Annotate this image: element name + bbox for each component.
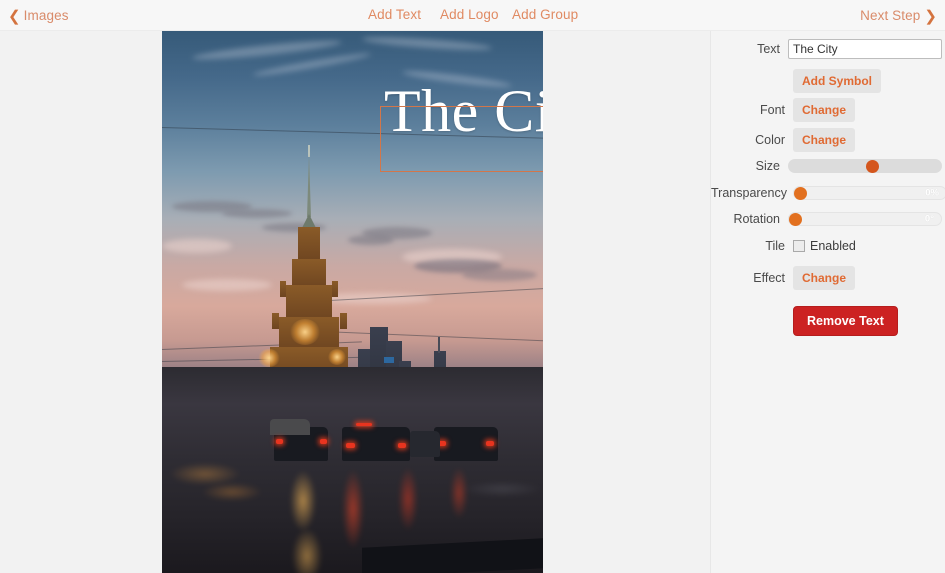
size-row: Size — [711, 159, 945, 173]
image-editor-app: ❮ Images Add Text Add Logo Add Group Next… — [0, 0, 945, 573]
size-slider[interactable] — [788, 159, 942, 173]
taillight — [346, 443, 355, 448]
light-reflection — [342, 469, 364, 549]
add-symbol-row: Add Symbol — [711, 69, 945, 93]
light-reflection — [170, 463, 240, 485]
remove-text-button[interactable]: Remove Text — [793, 306, 898, 336]
effect-row: Effect Change — [711, 266, 945, 290]
tile-label: Tile — [765, 239, 785, 253]
add-symbol-button[interactable]: Add Symbol — [793, 69, 882, 93]
cloud — [348, 235, 394, 245]
text-selection-box[interactable] — [380, 106, 543, 172]
add-logo-button[interactable]: Add Logo — [440, 7, 499, 22]
transparency-value: 0% — [925, 187, 939, 199]
tile-row: Tile Enabled — [711, 239, 945, 253]
font-row: Font Change — [711, 98, 945, 122]
taillight — [398, 443, 406, 448]
transparency-label: Transparency — [711, 186, 787, 200]
size-label: Size — [755, 159, 780, 173]
next-step-link[interactable]: Next Step ❯ — [860, 7, 937, 25]
tower-turret — [272, 313, 279, 329]
taillight — [320, 439, 327, 444]
color-change-button[interactable]: Change — [793, 128, 856, 152]
tower-light-glow — [290, 319, 320, 345]
tile-enabled-label: Enabled — [810, 239, 856, 253]
add-group-button[interactable]: Add Group — [512, 7, 578, 22]
rotation-slider[interactable]: 0° — [788, 212, 942, 226]
tower-light-glow — [328, 349, 346, 365]
effect-change-button[interactable]: Change — [793, 266, 856, 290]
cloud — [462, 269, 537, 281]
tower-turret — [340, 313, 347, 329]
vehicle — [410, 431, 440, 457]
light-reflection — [202, 483, 262, 501]
road-sheen — [462, 481, 542, 497]
taillight — [486, 441, 494, 446]
tower-turret — [332, 281, 338, 297]
tower-light-glow — [258, 349, 280, 367]
effect-label: Effect — [753, 271, 785, 285]
rotation-slider-knob[interactable] — [789, 212, 802, 226]
chevron-left-icon: ❮ — [8, 8, 21, 25]
light-reflection — [398, 467, 418, 531]
text-label: Text — [757, 42, 780, 56]
tile-enabled-checkbox[interactable] — [793, 240, 805, 252]
spire — [307, 155, 311, 217]
rotation-value: 0° — [924, 213, 934, 225]
color-row: Color Change — [711, 128, 945, 152]
text-row: Text — [711, 39, 945, 59]
tower-turret — [280, 281, 286, 297]
size-slider-knob[interactable] — [865, 159, 879, 173]
canvas-area: The City — [0, 31, 710, 573]
vehicle-roof — [270, 419, 310, 435]
next-step-label: Next Step — [860, 8, 921, 23]
back-to-images-link[interactable]: ❮ Images — [8, 7, 69, 25]
building-sign — [384, 357, 394, 363]
top-navigation-bar: ❮ Images Add Text Add Logo Add Group Next… — [0, 0, 945, 31]
photo-preview[interactable]: The City — [162, 31, 543, 573]
tower-block — [286, 285, 332, 321]
tower-block — [298, 227, 320, 263]
taillight — [276, 439, 283, 444]
antenna — [438, 337, 440, 353]
color-label: Color — [755, 133, 785, 147]
light-reflection — [290, 471, 316, 531]
brake-light-bar — [356, 423, 372, 426]
transparency-slider-knob[interactable] — [794, 186, 807, 200]
rotation-label: Rotation — [733, 212, 780, 226]
chevron-right-icon: ❯ — [924, 8, 937, 25]
font-label: Font — [759, 103, 785, 117]
add-text-button[interactable]: Add Text — [368, 7, 421, 22]
back-to-images-label: Images — [23, 8, 69, 23]
cloud-lit — [182, 279, 272, 291]
remove-text-row: Remove Text — [711, 306, 945, 336]
font-change-button[interactable]: Change — [793, 98, 856, 122]
rotation-row: Rotation 0° — [711, 212, 945, 226]
cloud-lit — [162, 239, 232, 253]
transparency-row: Transparency 0% — [711, 186, 945, 200]
light-reflection — [450, 467, 468, 519]
properties-panel: Text Add Symbol Font Change Color Change — [710, 31, 945, 573]
text-input[interactable] — [788, 39, 942, 59]
transparency-slider[interactable]: 0% — [793, 186, 945, 200]
illuminated-tower — [258, 145, 360, 393]
